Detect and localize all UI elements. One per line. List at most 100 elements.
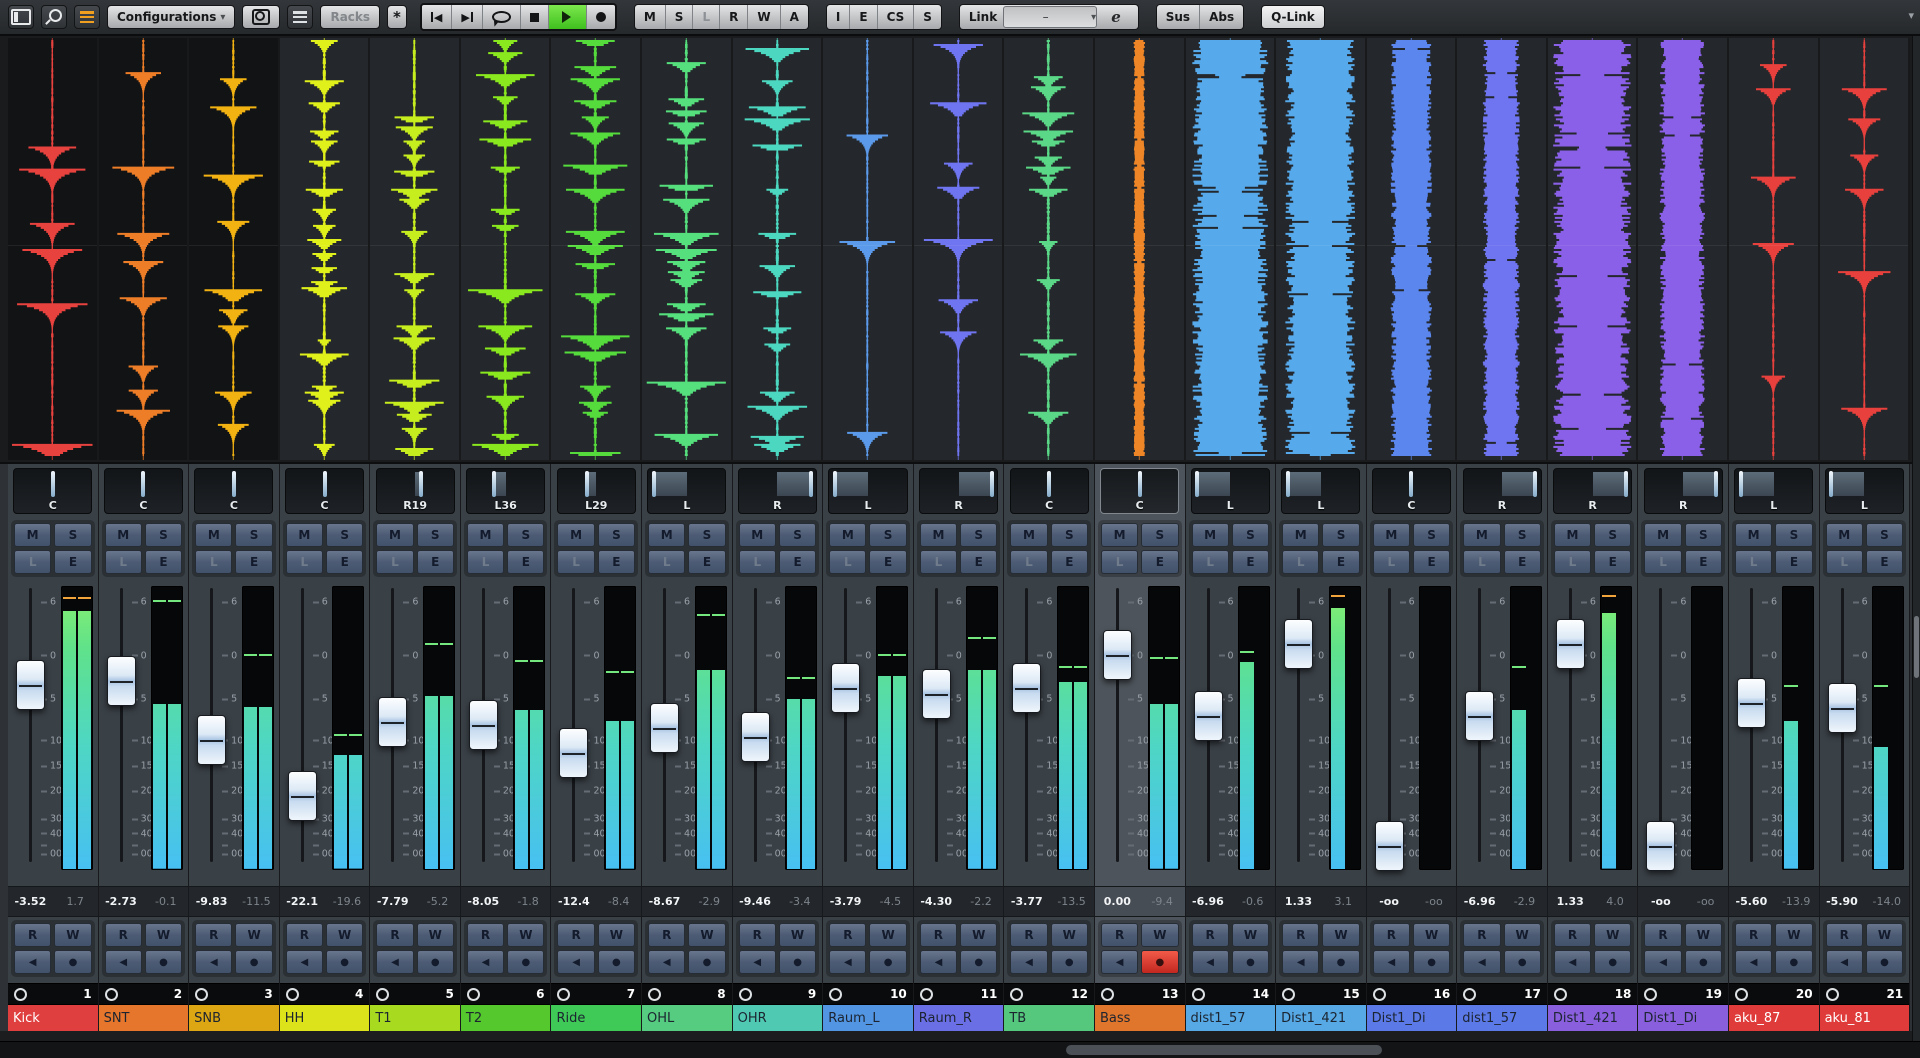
pan-control[interactable]: R <box>1644 468 1723 514</box>
channel-number-row[interactable]: 3 <box>189 983 279 1004</box>
monitor-button[interactable]: ◀ <box>14 950 51 974</box>
read-button[interactable]: R <box>376 923 413 947</box>
cycle-button[interactable] <box>483 5 521 29</box>
channel-name[interactable]: Dist1_421 <box>1276 1004 1366 1031</box>
volume-fader[interactable] <box>378 697 407 747</box>
volume-fader[interactable] <box>1465 691 1494 741</box>
channel-name[interactable]: Dist1_Di <box>1367 1004 1457 1031</box>
record-enable-button[interactable]: ● <box>54 950 91 974</box>
channel-name[interactable]: Bass <box>1095 1004 1185 1031</box>
volume-fader[interactable] <box>1012 663 1041 713</box>
read-button[interactable]: R <box>648 923 685 947</box>
write-button[interactable]: W <box>869 923 906 947</box>
listen-button[interactable]: L <box>1192 550 1229 574</box>
channel-mode-r[interactable]: R <box>720 5 748 29</box>
write-button[interactable]: W <box>1413 923 1450 947</box>
read-button[interactable]: R <box>1010 923 1047 947</box>
monitor-button[interactable]: ◀ <box>1463 950 1500 974</box>
monitor-button[interactable]: ◀ <box>1554 950 1591 974</box>
volume-fader[interactable] <box>1103 630 1132 680</box>
pan-control[interactable]: L29 <box>557 468 636 514</box>
volume-fader[interactable] <box>1284 619 1313 669</box>
volume-fader[interactable] <box>831 663 860 713</box>
listen-button[interactable]: L <box>1644 550 1681 574</box>
solo-button[interactable]: S <box>145 523 182 547</box>
monitor-button[interactable]: ◀ <box>467 950 504 974</box>
listen-button[interactable]: L <box>648 550 685 574</box>
read-button[interactable]: R <box>829 923 866 947</box>
channel-name[interactable]: SNT <box>99 1004 189 1031</box>
solo-button[interactable]: S <box>1775 523 1812 547</box>
listen-button[interactable]: L <box>376 550 413 574</box>
monitor-button[interactable]: ◀ <box>1282 950 1319 974</box>
volume-fader[interactable] <box>16 660 45 710</box>
pan-control[interactable]: R19 <box>376 468 455 514</box>
rack-filter-e[interactable]: E <box>850 5 877 29</box>
edit-button[interactable]: E <box>598 550 635 574</box>
listen-button[interactable]: L <box>1826 550 1863 574</box>
solo-button[interactable]: S <box>869 523 906 547</box>
record-enable-button[interactable]: ● <box>1322 950 1359 974</box>
mute-button[interactable]: M <box>920 523 957 547</box>
edit-button[interactable]: E <box>507 550 544 574</box>
record-enable-button[interactable]: ● <box>1504 950 1541 974</box>
volume-fader[interactable] <box>922 669 951 719</box>
record-enable-button[interactable]: ● <box>417 950 454 974</box>
record-enable-button[interactable]: ● <box>145 950 182 974</box>
racks-menu-button[interactable] <box>287 5 313 29</box>
channel-name[interactable]: OHL <box>642 1004 732 1031</box>
edit-button[interactable]: E <box>688 550 725 574</box>
channel-name[interactable]: HH <box>280 1004 370 1031</box>
volume-fader[interactable] <box>650 703 679 753</box>
solo-button[interactable]: S <box>960 523 997 547</box>
mute-button[interactable]: M <box>286 523 323 547</box>
solo-button[interactable]: S <box>235 523 272 547</box>
write-button[interactable]: W <box>54 923 91 947</box>
channel-number-row[interactable]: 10 <box>823 983 913 1004</box>
monitor-button[interactable]: ◀ <box>739 950 776 974</box>
read-button[interactable]: R <box>195 923 232 947</box>
listen-button[interactable]: L <box>920 550 957 574</box>
edit-button[interactable]: E <box>235 550 272 574</box>
mute-button[interactable]: M <box>376 523 413 547</box>
channel-name[interactable]: Kick <box>8 1004 98 1031</box>
volume-fader[interactable] <box>559 728 588 778</box>
write-button[interactable]: W <box>326 923 363 947</box>
pan-control[interactable]: C <box>1010 468 1089 514</box>
edit-button[interactable]: E <box>1413 550 1450 574</box>
solo-button[interactable]: S <box>54 523 91 547</box>
write-button[interactable]: W <box>960 923 997 947</box>
pan-control[interactable]: L <box>1191 468 1270 514</box>
pan-control[interactable]: L <box>1734 468 1813 514</box>
record-enable-button[interactable]: ● <box>1232 950 1269 974</box>
pan-control[interactable]: R <box>1553 468 1632 514</box>
record-enable-button[interactable]: ● <box>1775 950 1812 974</box>
monitor-button[interactable]: ◀ <box>648 950 685 974</box>
channel-name[interactable]: TB <box>1004 1004 1094 1031</box>
channel-name[interactable]: Dist1_Di <box>1638 1004 1728 1031</box>
listen-button[interactable]: L <box>467 550 504 574</box>
listen-button[interactable]: L <box>105 550 142 574</box>
edit-button[interactable]: E <box>417 550 454 574</box>
mute-button[interactable]: M <box>1644 523 1681 547</box>
channel-number-row[interactable]: 20 <box>1729 983 1819 1004</box>
record-enable-button[interactable]: ● <box>235 950 272 974</box>
solo-button[interactable]: S <box>598 523 635 547</box>
read-button[interactable]: R <box>1192 923 1229 947</box>
volume-fader[interactable] <box>741 712 770 762</box>
listen-button[interactable]: L <box>1010 550 1047 574</box>
monitor-button[interactable]: ◀ <box>920 950 957 974</box>
go-end-button[interactable]: ▶ <box>452 5 482 29</box>
pan-control[interactable]: L <box>828 468 907 514</box>
channel-number-row[interactable]: 15 <box>1276 983 1366 1004</box>
pan-control[interactable]: R <box>738 468 817 514</box>
go-start-button[interactable]: ◀ <box>422 5 452 29</box>
read-button[interactable]: R <box>920 923 957 947</box>
mute-button[interactable]: M <box>1463 523 1500 547</box>
read-button[interactable]: R <box>1826 923 1863 947</box>
read-button[interactable]: R <box>14 923 51 947</box>
volume-fader[interactable] <box>1556 619 1585 669</box>
volume-fader[interactable] <box>288 771 317 821</box>
channel-number-row[interactable]: 13 <box>1095 983 1185 1004</box>
solo-button[interactable]: S <box>1413 523 1450 547</box>
